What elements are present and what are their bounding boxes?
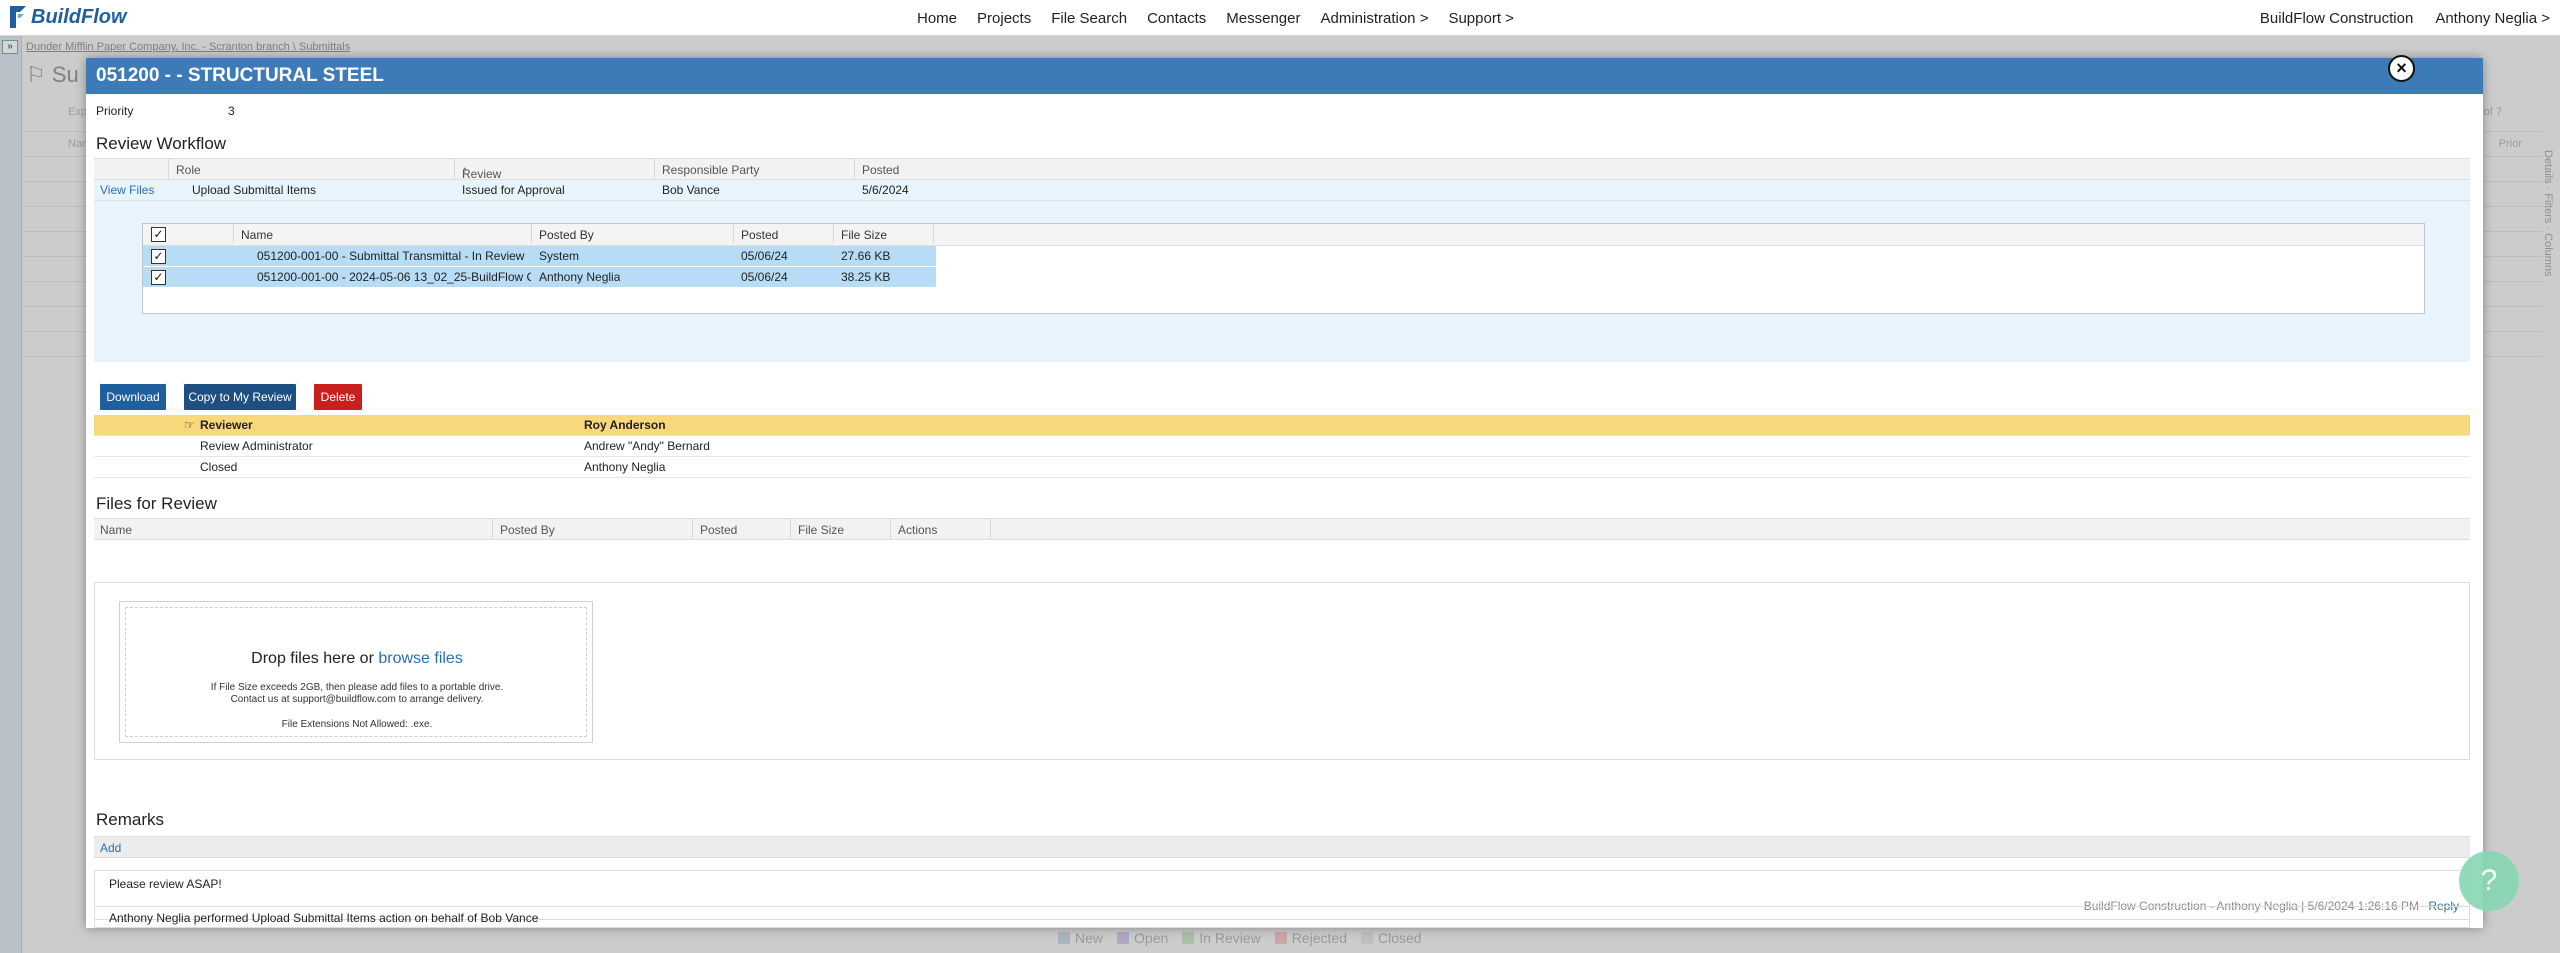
file-name: 051200-001-00 - Submittal Transmittal - … — [257, 249, 525, 263]
file-row[interactable]: ✓ 051200-001-00 - Submittal Transmittal … — [143, 246, 936, 267]
review-col-name[interactable]: Name — [100, 523, 132, 537]
select-all-checkbox[interactable]: ✓ — [151, 227, 166, 242]
remark-item: Anthony Neglia performed Upload Submitta… — [94, 906, 2470, 928]
workflow-status: Issued for Approval — [462, 183, 565, 197]
remarks-toolbar: Add — [94, 836, 2470, 858]
files-for-review-header: Name Posted By Posted File Size Actions — [94, 518, 2470, 540]
file-posted: 05/06/24 — [741, 270, 788, 284]
modal-title: 051200 - - STRUCTURAL STEEL — [86, 58, 2483, 94]
files-col-size[interactable]: File Size — [841, 228, 887, 242]
buildflow-logo[interactable]: BuildFlow — [6, 4, 127, 30]
drop-zone-inner[interactable]: Drop files here or browse files If File … — [125, 607, 587, 737]
review-col-actions[interactable]: Actions — [898, 523, 937, 537]
file-checkbox[interactable]: ✓ — [151, 249, 166, 264]
modal-body: Priority 3 Review Workflow Role Review S… — [86, 94, 2483, 928]
nav-contacts[interactable]: Contacts — [1147, 10, 1206, 27]
nav-right: BuildFlow Construction Anthony Neglia > — [2260, 0, 2550, 36]
file-row[interactable]: ✓ 051200-001-00 - 2024-05-06 13_02_25-Bu… — [143, 267, 936, 288]
company-name[interactable]: BuildFlow Construction — [2260, 10, 2413, 27]
reviewer-row[interactable]: Review Administrator Andrew "Andy" Berna… — [94, 436, 2470, 457]
browse-files-link[interactable]: browse files — [378, 650, 462, 667]
priority-value: 3 — [228, 104, 235, 118]
col-role[interactable]: Role — [176, 163, 201, 177]
logo-text: BuildFlow — [31, 5, 127, 28]
file-checkbox[interactable]: ✓ — [151, 270, 166, 285]
workflow-row[interactable]: View Files Upload Submittal Items Issued… — [94, 180, 2470, 201]
help-button[interactable]: ? — [2459, 851, 2519, 911]
top-nav: BuildFlow Home Projects File Search Cont… — [0, 0, 2560, 36]
user-menu[interactable]: Anthony Neglia > — [2435, 10, 2550, 27]
remark-text: Please review ASAP! — [109, 877, 222, 891]
files-col-name[interactable]: Name — [241, 228, 273, 242]
drop-extension-note: File Extensions Not Allowed: .exe. — [281, 719, 433, 730]
close-icon[interactable]: × — [2388, 55, 2415, 82]
nav-projects[interactable]: Projects — [977, 10, 1031, 27]
review-col-size[interactable]: File Size — [798, 523, 844, 537]
workflow-posted: 5/6/2024 — [862, 183, 909, 197]
col-posted[interactable]: Posted — [862, 163, 899, 177]
reviewer-role: Review Administrator — [200, 439, 313, 453]
download-button[interactable]: Download — [98, 382, 168, 412]
reviewer-role: Closed — [200, 460, 238, 474]
col-review-status[interactable]: Review Status ↑ — [462, 163, 501, 195]
main-menu: Home Projects File Search Contacts Messe… — [917, 0, 1534, 36]
col-responsible-party[interactable]: Responsible Party — [662, 163, 759, 177]
reviewer-row-active[interactable]: ☞ Reviewer Roy Anderson — [94, 415, 2470, 436]
reviewer-row[interactable]: Closed Anthony Neglia — [94, 457, 2470, 478]
logo-icon — [10, 6, 26, 28]
upload-area: Drop files here or browse files If File … — [94, 582, 2470, 760]
reviewer-name: Andrew "Andy" Bernard — [584, 439, 710, 453]
reviewer-name: Anthony Neglia — [584, 460, 666, 474]
file-posted-by: System — [539, 249, 580, 263]
files-grid: ✓ Name Posted By Posted File Size ✓ 0512… — [142, 223, 2425, 314]
nav-administration[interactable]: Administration > — [1320, 10, 1428, 27]
copy-to-my-review-button[interactable]: Copy to My Review — [182, 382, 298, 412]
reviewer-name: Roy Anderson — [584, 418, 666, 432]
nav-home[interactable]: Home — [917, 10, 957, 27]
drop-contact-note: Contact us at support@buildflow.com to a… — [230, 694, 484, 705]
file-posted: 05/06/24 — [741, 249, 788, 263]
reviewer-role: Reviewer — [200, 418, 253, 432]
file-posted-by: Anthony Neglia — [539, 270, 621, 284]
workflow-role: Upload Submittal Items — [192, 183, 317, 197]
file-size: 38.25 KB — [841, 270, 891, 284]
remark-text: Anthony Neglia performed Upload Submitta… — [109, 911, 539, 925]
add-remark-button[interactable]: Add — [100, 841, 121, 855]
file-drop-zone[interactable]: Drop files here or browse files If File … — [119, 601, 593, 743]
pointing-hand-icon: ☞ — [184, 418, 195, 432]
review-workflow-title: Review Workflow — [96, 134, 227, 153]
delete-button[interactable]: Delete — [312, 382, 364, 412]
file-name: 051200-001-00 - 2024-05-06 13_02_25-Buil… — [257, 270, 531, 284]
files-col-posted-by[interactable]: Posted By — [539, 228, 594, 242]
remarks-title: Remarks — [96, 810, 165, 829]
files-grid-header: ✓ Name Posted By Posted File Size — [143, 224, 2424, 246]
workflow-header: Role Review Status ↑ Responsible Party P… — [94, 158, 2470, 195]
view-files-link[interactable]: View Files — [100, 183, 154, 197]
files-for-review-title: Files for Review — [96, 494, 217, 513]
review-col-posted-by[interactable]: Posted By — [500, 523, 555, 537]
workflow-files-panel: ✓ Name Posted By Posted File Size ✓ 0512… — [94, 201, 2470, 362]
nav-messenger[interactable]: Messenger — [1226, 10, 1300, 27]
nav-support[interactable]: Support > — [1448, 10, 1513, 27]
submittal-modal: 051200 - - STRUCTURAL STEEL ▲ ▼ Priority… — [86, 58, 2483, 928]
workflow-party: Bob Vance — [662, 183, 720, 197]
nav-file-search[interactable]: File Search — [1051, 10, 1127, 27]
drop-size-note: If File Size exceeds 2GB, then please ad… — [210, 682, 504, 693]
review-col-posted[interactable]: Posted — [700, 523, 737, 537]
drop-zone-text: Drop files here or browse files — [251, 650, 463, 667]
files-col-posted[interactable]: Posted — [741, 228, 778, 242]
file-size: 27.66 KB — [841, 249, 891, 263]
priority-label: Priority — [96, 104, 134, 118]
